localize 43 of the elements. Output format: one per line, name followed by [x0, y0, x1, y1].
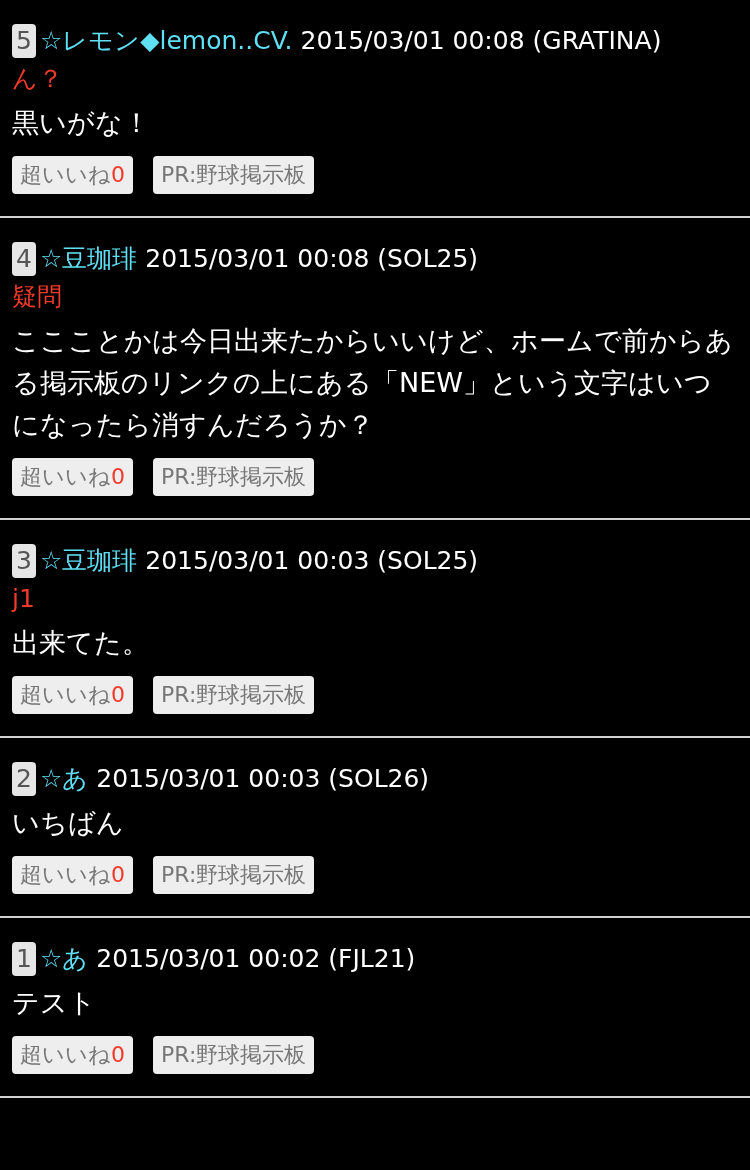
post-number: 1 [12, 942, 36, 976]
post-date: 2015/03/01 00:03 [96, 764, 321, 793]
pr-link[interactable]: PR:野球掲示板 [153, 156, 315, 194]
device-name: (FJL21) [328, 944, 416, 973]
post-date: 2015/03/01 00:02 [96, 944, 321, 973]
post-body: 黒いがな！ [12, 106, 151, 140]
pr-link[interactable]: PR:野球掲示板 [153, 458, 315, 496]
post-body: テスト [12, 986, 97, 1020]
post-number: 5 [12, 24, 36, 58]
author-name[interactable]: ☆豆珈琲 [39, 244, 138, 273]
pr-link[interactable]: PR:野球掲示板 [153, 676, 315, 714]
like-count: 0 [111, 862, 125, 887]
post-date: 2015/03/01 00:08 [300, 26, 525, 55]
like-count: 0 [111, 682, 125, 707]
post-body: 出来てた。 [12, 626, 150, 660]
author-name[interactable]: ☆あ [39, 764, 89, 793]
device-name: (SOL25) [377, 546, 479, 575]
post-date: 2015/03/01 00:08 [145, 244, 370, 273]
post-subject: 疑問 [12, 281, 63, 313]
post-body: いちばん [12, 806, 125, 840]
like-count: 0 [111, 464, 125, 489]
like-button[interactable]: 超いいね0 [12, 458, 133, 496]
post-subject: ん？ [12, 63, 64, 95]
like-count: 0 [111, 1042, 125, 1067]
author-name[interactable]: ☆レモン◆lemon..CV. [39, 26, 293, 55]
device-name: (GRATINA) [532, 26, 662, 55]
device-name: (SOL26) [328, 764, 430, 793]
like-button[interactable]: 超いいね0 [12, 856, 133, 894]
pr-link[interactable]: PR:野球掲示板 [153, 1036, 315, 1074]
pr-link[interactable]: PR:野球掲示板 [153, 856, 315, 894]
post-number: 4 [12, 242, 36, 276]
post-number: 3 [12, 544, 36, 578]
like-button[interactable]: 超いいね0 [12, 676, 133, 714]
post-date: 2015/03/01 00:03 [145, 546, 370, 575]
author-name[interactable]: ☆豆珈琲 [39, 546, 138, 575]
like-button[interactable]: 超いいね0 [12, 1036, 133, 1074]
like-count: 0 [111, 162, 125, 187]
like-button[interactable]: 超いいね0 [12, 156, 133, 194]
post-body: ここことかは今日出来たからいいけど、ホームで前からある掲示板のリンクの上にある「NEW」という文字はいつになったら消すんだろうか？ [12, 324, 734, 442]
author-name[interactable]: ☆あ [39, 944, 89, 973]
post-number: 2 [12, 762, 36, 796]
device-name: (SOL25) [377, 244, 479, 273]
post-subject: j1 [12, 583, 36, 615]
